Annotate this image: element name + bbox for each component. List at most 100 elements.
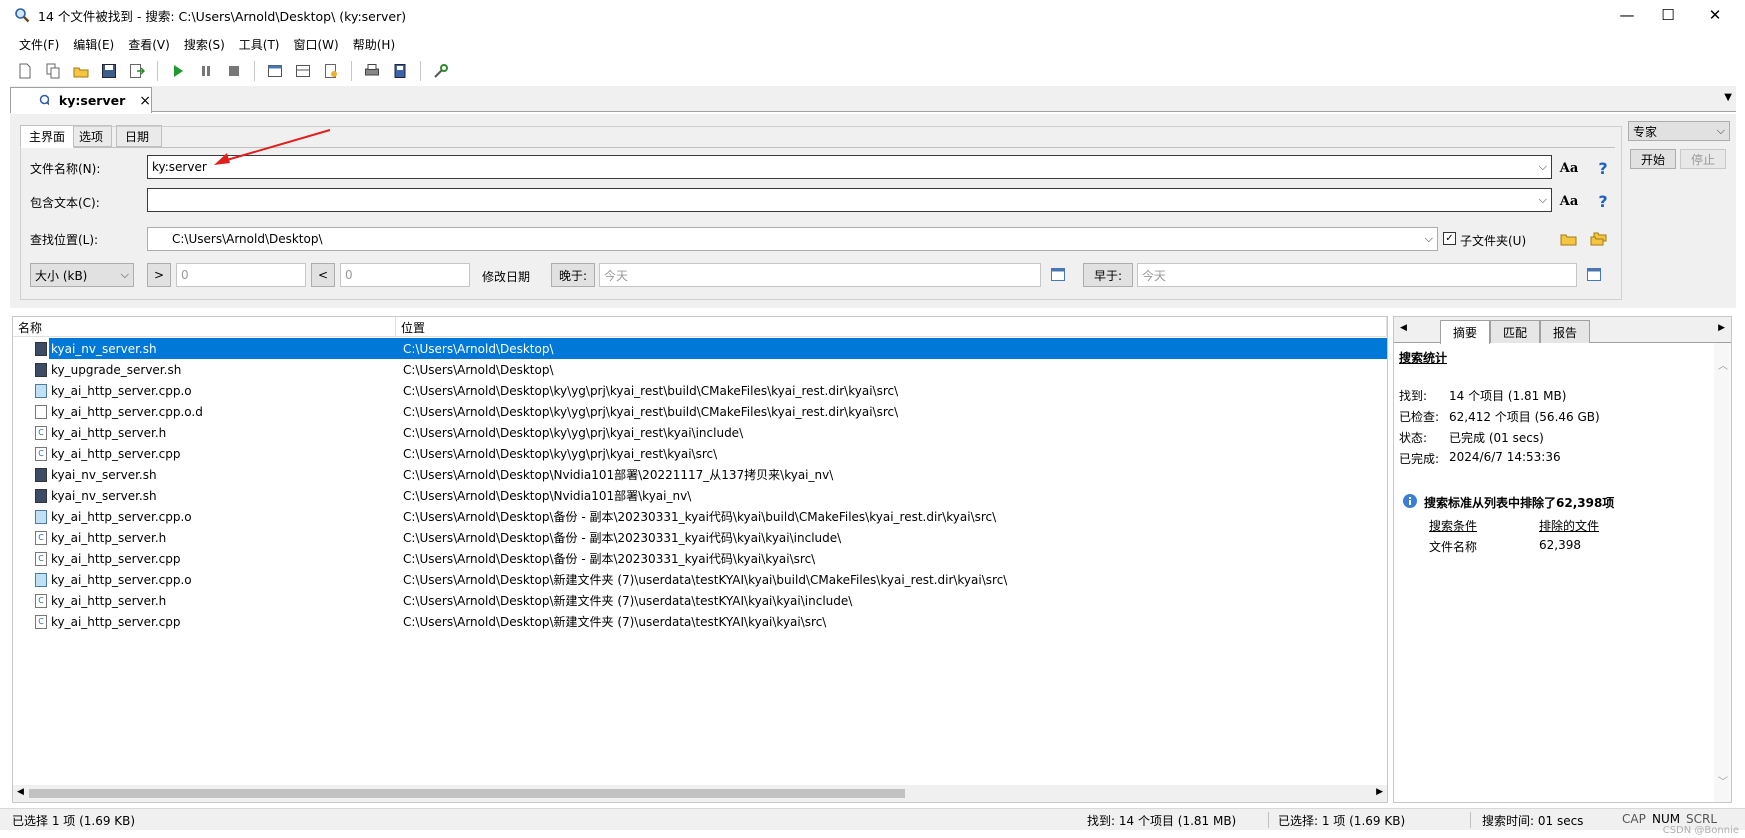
start-button[interactable]: 开始: [1630, 149, 1676, 169]
table-row[interactable]: Cky_ai_http_server.h C:\Users\Arnold\Desk…: [13, 590, 1389, 611]
scroll-left-icon[interactable]: ◀: [17, 787, 24, 797]
after-date-input[interactable]: 今天: [599, 263, 1041, 287]
maximize-button[interactable]: ☐: [1645, 0, 1691, 30]
subtab-date[interactable]: 日期: [116, 125, 162, 147]
menu-window[interactable]: 窗口(W): [287, 36, 346, 53]
less-than-button[interactable]: <: [311, 263, 335, 287]
contains-text-input[interactable]: ⌵: [147, 188, 1552, 212]
stop-button[interactable]: 停止: [1680, 149, 1726, 169]
table-row[interactable]: Cky_ai_http_server.h C:\Users\Arnold\Desk…: [13, 422, 1389, 443]
file-location-cell[interactable]: C:\Users\Arnold\Desktop\新建文件夹 (7)\userda…: [403, 611, 826, 632]
new-file-icon[interactable]: [12, 59, 38, 83]
file-location-cell[interactable]: C:\Users\Arnold\Desktop\新建文件夹 (7)\userda…: [403, 569, 1007, 590]
column-name[interactable]: 名称: [13, 317, 396, 337]
subtab-main[interactable]: 主界面: [20, 125, 75, 148]
save-icon[interactable]: [96, 59, 122, 83]
table-row[interactable]: Cky_ai_http_server.h C:\Users\Arnold\Desk…: [13, 527, 1389, 548]
criteria-header[interactable]: 搜索条件: [1429, 517, 1477, 534]
mode-select[interactable]: 专家 ⌵: [1628, 121, 1730, 141]
help-icon[interactable]: ?: [1592, 157, 1614, 179]
export-icon[interactable]: [124, 59, 150, 83]
table-row[interactable]: ky_ai_http_server.cpp.o C:\Users\Arnold\D…: [13, 380, 1389, 401]
layout-icon[interactable]: [290, 59, 316, 83]
file-name-cell[interactable]: Cky_ai_http_server.h: [35, 422, 393, 443]
tab-report[interactable]: 报告: [1540, 320, 1590, 343]
menu-edit[interactable]: 编辑(E): [66, 36, 121, 53]
properties-icon[interactable]: [318, 59, 344, 83]
file-name-cell[interactable]: Cky_ai_http_server.cpp: [35, 443, 393, 464]
file-location-cell[interactable]: C:\Users\Arnold\Desktop\: [403, 359, 554, 380]
book-icon[interactable]: [387, 59, 413, 83]
table-row[interactable]: kyai_nv_server.sh C:\Users\Arnold\Desktop…: [13, 485, 1389, 506]
table-row[interactable]: ky_ai_http_server.cpp.o.d C:\Users\Arnold…: [13, 401, 1389, 422]
file-name-cell[interactable]: ky_ai_http_server.cpp.o: [35, 380, 393, 401]
tab-scroll-left-icon[interactable]: ◀: [1400, 323, 1407, 333]
file-name-cell[interactable]: kyai_nv_server.sh: [35, 485, 393, 506]
multiple-folders-icon[interactable]: [1590, 231, 1608, 247]
file-location-cell[interactable]: C:\Users\Arnold\Desktop\备份 - 副本\20230331…: [403, 548, 815, 569]
case-sensitive-icon[interactable]: Aa: [1558, 157, 1580, 179]
table-row[interactable]: kyai_nv_server.sh C:\Users\Arnold\Desktop…: [13, 464, 1389, 485]
close-window-button[interactable]: ✕: [1692, 0, 1738, 30]
scrollbar-thumb[interactable]: [29, 789, 905, 798]
subtab-options[interactable]: 选项: [70, 125, 113, 147]
file-location-cell[interactable]: C:\Users\Arnold\Desktop\备份 - 副本\20230331…: [403, 506, 996, 527]
menu-view[interactable]: 查看(V): [121, 36, 177, 53]
vertical-scrollbar[interactable]: ︿ ﹀: [1714, 343, 1731, 802]
size-min-input[interactable]: 0: [176, 263, 306, 287]
file-name-cell[interactable]: Cky_ai_http_server.h: [35, 590, 393, 611]
tab-matches[interactable]: 匹配: [1490, 320, 1540, 343]
tools-icon[interactable]: [428, 59, 454, 83]
calendar-icon[interactable]: [1050, 266, 1066, 282]
table-row[interactable]: Cky_ai_http_server.cpp C:\Users\Arnold\De…: [13, 611, 1389, 632]
table-row[interactable]: ky_ai_http_server.cpp.o C:\Users\Arnold\D…: [13, 569, 1389, 590]
menu-file[interactable]: 文件(F): [12, 36, 66, 53]
file-name-cell[interactable]: Cky_ai_http_server.h: [35, 527, 393, 548]
excluded-header[interactable]: 排除的文件: [1539, 517, 1599, 534]
calendar-icon[interactable]: [1586, 266, 1602, 282]
before-button[interactable]: 早于:: [1083, 263, 1133, 287]
size-max-input[interactable]: 0: [340, 263, 470, 287]
horizontal-scrollbar[interactable]: ◀ ▶: [13, 785, 1387, 802]
scroll-up-icon[interactable]: ︿: [1718, 357, 1728, 372]
file-location-cell[interactable]: C:\Users\Arnold\Desktop\Nvidia101部署\2022…: [403, 464, 833, 485]
file-location-cell[interactable]: C:\Users\Arnold\Desktop\ky\yg\prj\kyai_r…: [403, 401, 898, 422]
file-name-cell[interactable]: ky_ai_http_server.cpp.o.d: [35, 401, 393, 422]
print-icon[interactable]: [359, 59, 385, 83]
file-name-cell[interactable]: ky_ai_http_server.cpp.o: [35, 569, 393, 590]
window-icon[interactable]: [262, 59, 288, 83]
table-row[interactable]: ky_ai_http_server.cpp.o C:\Users\Arnold\D…: [13, 506, 1389, 527]
case-sensitive-icon[interactable]: Aa: [1558, 190, 1580, 212]
pause-icon[interactable]: [193, 59, 219, 83]
file-name-cell[interactable]: ky_ai_http_server.cpp.o: [35, 506, 393, 527]
scroll-down-icon[interactable]: ﹀: [1718, 773, 1728, 788]
table-row[interactable]: Cky_ai_http_server.cpp C:\Users\Arnold\De…: [13, 443, 1389, 464]
subfolders-checkbox[interactable]: ✓: [1443, 232, 1456, 245]
location-input[interactable]: C:\Users\Arnold\Desktop\ ⌵: [147, 227, 1438, 251]
file-location-cell[interactable]: C:\Users\Arnold\Desktop\Nvidia101部署\kyai…: [403, 485, 691, 506]
tab-list-dropdown-icon[interactable]: ▼: [1724, 92, 1732, 103]
file-name-cell[interactable]: kyai_nv_server.sh: [35, 338, 393, 359]
file-location-cell[interactable]: C:\Users\Arnold\Desktop\ky\yg\prj\kyai_r…: [403, 380, 898, 401]
copy-icon[interactable]: [40, 59, 66, 83]
menu-help[interactable]: 帮助(H): [346, 36, 402, 53]
file-location-cell[interactable]: C:\Users\Arnold\Desktop\新建文件夹 (7)\userda…: [403, 590, 852, 611]
open-folder-icon[interactable]: [68, 59, 94, 83]
file-location-cell[interactable]: C:\Users\Arnold\Desktop\ky\yg\prj\kyai_r…: [403, 443, 717, 464]
file-location-cell[interactable]: C:\Users\Arnold\Desktop\: [403, 338, 554, 359]
tab-search-result[interactable]: ky:server ×: [10, 87, 152, 113]
table-row[interactable]: kyai_nv_server.sh C:\Users\Arnold\Desktop…: [13, 338, 1389, 359]
stop-icon[interactable]: [221, 59, 247, 83]
chevron-down-icon[interactable]: ⌵: [1539, 193, 1547, 207]
chevron-down-icon[interactable]: ⌵: [1539, 160, 1547, 174]
file-location-cell[interactable]: C:\Users\Arnold\Desktop\ky\yg\prj\kyai_r…: [403, 422, 743, 443]
file-name-cell[interactable]: Cky_ai_http_server.cpp: [35, 611, 393, 632]
menu-search[interactable]: 搜索(S): [177, 36, 232, 53]
table-row[interactable]: Cky_ai_http_server.cpp C:\Users\Arnold\De…: [13, 548, 1389, 569]
chevron-down-icon[interactable]: ⌵: [1425, 232, 1433, 246]
file-name-cell[interactable]: Cky_ai_http_server.cpp: [35, 548, 393, 569]
filename-input[interactable]: ky:server ⌵: [147, 155, 1552, 179]
after-button[interactable]: 晚于:: [551, 263, 595, 287]
scroll-right-icon[interactable]: ▶: [1376, 787, 1383, 797]
before-date-input[interactable]: 今天: [1137, 263, 1577, 287]
